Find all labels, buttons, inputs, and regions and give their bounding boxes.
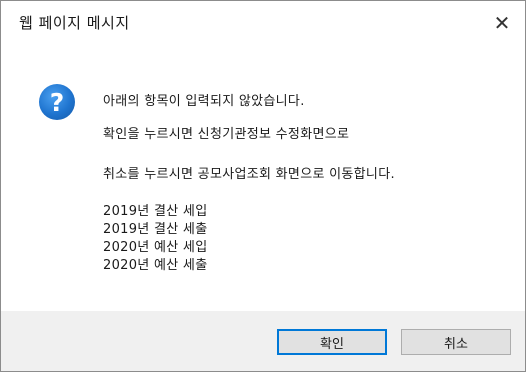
- ok-button[interactable]: 확인: [277, 329, 387, 355]
- cancel-button[interactable]: 취소: [401, 329, 511, 355]
- message-line-1: 아래의 항목이 입력되지 않았습니다.: [103, 94, 305, 109]
- close-icon[interactable]: ✕: [479, 1, 525, 45]
- title-bar: 웹 페이지 메시지 ✕: [1, 1, 525, 45]
- button-bar: 확인 취소: [1, 311, 525, 371]
- list-item: 2020년 예산 세입: [103, 240, 208, 255]
- list-item: 2019년 결산 세입: [103, 204, 208, 219]
- missing-items-list: 2019년 결산 세입 2019년 결산 세출 2020년 예산 세입 2020…: [103, 203, 207, 275]
- question-icon: ?: [39, 84, 75, 120]
- message-line-2: 확인을 누르시면 신청기관정보 수정화면으로: [103, 127, 350, 142]
- message-area: ? 아래의 항목이 입력되지 않았습니다. 확인을 누르시면 신청기관정보 수정…: [1, 45, 525, 311]
- list-item: 2019년 결산 세출: [103, 222, 208, 237]
- dialog-title: 웹 페이지 메시지: [19, 14, 130, 32]
- message-dialog: 웹 페이지 메시지 ✕ ? 아래의 항목이 입력되지 않았습니다. 확인을 누르…: [0, 0, 526, 372]
- message-line-3: 취소를 누르시면 공모사업조회 화면으로 이동합니다.: [103, 167, 395, 182]
- list-item: 2020년 예산 세출: [103, 258, 208, 273]
